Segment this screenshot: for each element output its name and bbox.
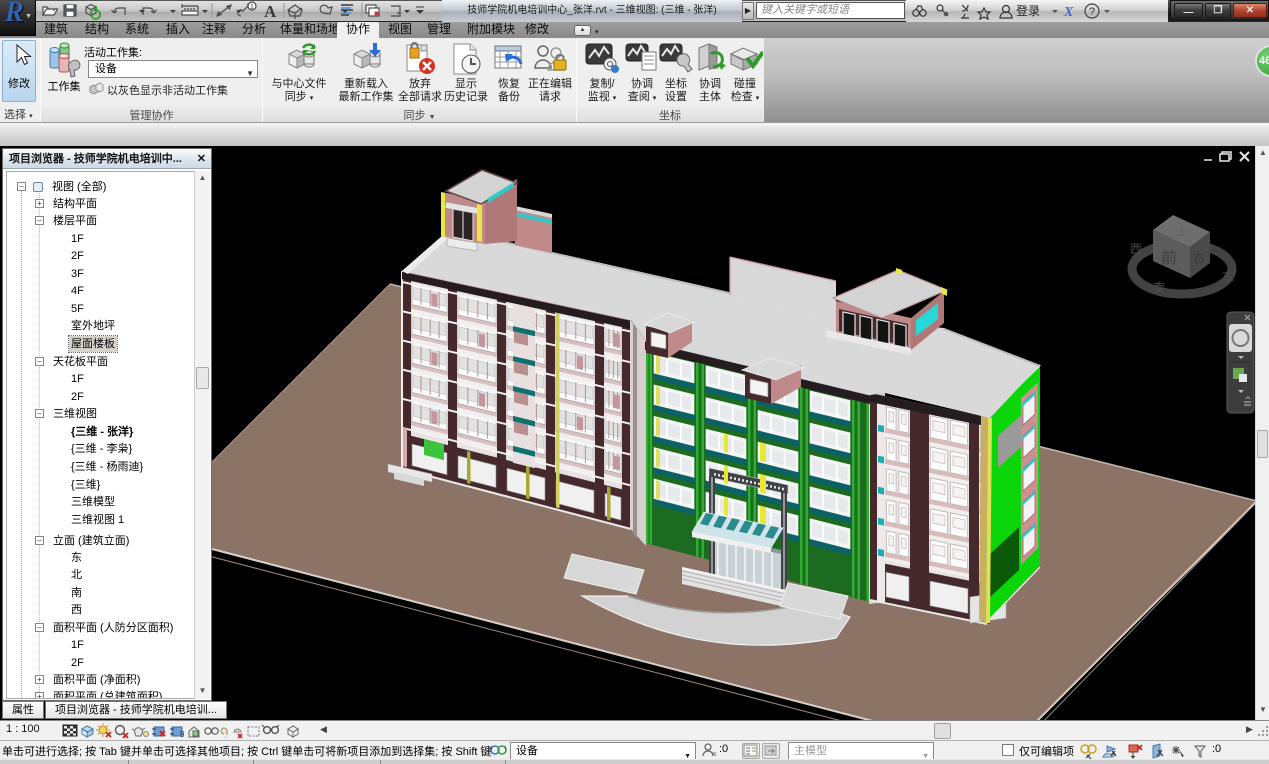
svg-text:1: 1: [250, 4, 254, 11]
svg-text:东: 东: [1222, 270, 1234, 284]
svg-text:?: ?: [1089, 6, 1095, 18]
svg-text:西: 西: [1130, 242, 1142, 256]
svg-text:上: 上: [1176, 225, 1187, 238]
svg-text:登录: 登录: [1016, 3, 1040, 18]
svg-text:右: 右: [1193, 250, 1205, 265]
svg-text:9: 9: [180, 730, 185, 739]
svg-text:前: 前: [1161, 249, 1177, 267]
svg-text:X: X: [1063, 5, 1074, 20]
svg-text:A: A: [264, 2, 277, 21]
svg-text:南: 南: [1153, 280, 1165, 295]
